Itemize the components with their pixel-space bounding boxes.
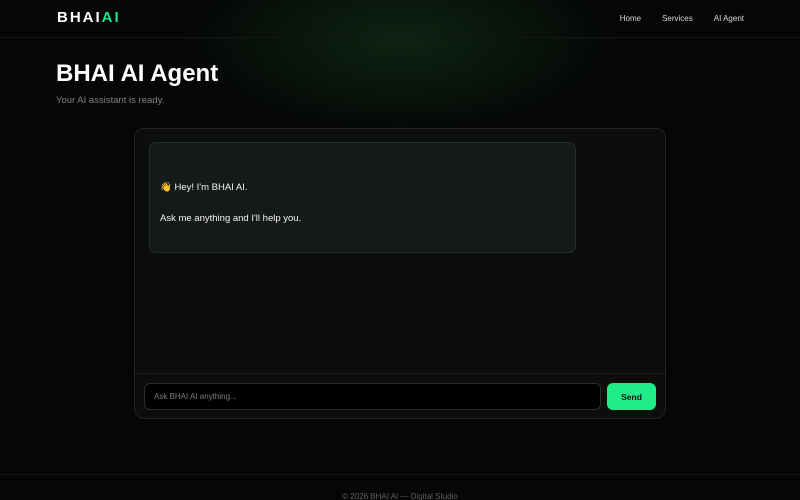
send-button[interactable]: Send	[607, 383, 656, 410]
nav-link-home[interactable]: Home	[620, 14, 641, 24]
assistant-message-bubble: 👋 Hey! I'm BHAI AI. Ask me anything and …	[149, 142, 576, 253]
footer-divider	[0, 474, 800, 475]
chat-panel: 👋 Hey! I'm BHAI AI. Ask me anything and …	[134, 128, 666, 419]
logo[interactable]: BHAIAI	[57, 9, 121, 27]
message-help-line: Ask me anything and I'll help you.	[160, 213, 302, 224]
chat-messages[interactable]: 👋 Hey! I'm BHAI AI. Ask me anything and …	[135, 129, 665, 373]
top-nav-bar: BHAIAI Home Services AI Agent	[0, 0, 800, 38]
message-greeting-line: 👋 Hey! I'm BHAI AI.	[160, 182, 248, 193]
page-subtitle: Your AI assistant is ready.	[56, 95, 165, 106]
nav-link-services[interactable]: Services	[662, 14, 693, 24]
logo-text-accent: AI	[101, 9, 121, 26]
page-title: BHAI AI Agent	[56, 60, 219, 87]
chat-input[interactable]	[144, 383, 601, 410]
logo-text-primary: BHAI	[57, 9, 102, 26]
main-nav: Home Services AI Agent	[620, 14, 744, 24]
nav-link-ai-agent[interactable]: AI Agent	[714, 14, 744, 24]
chat-input-bar: Send	[135, 373, 665, 418]
footer-copyright: © 2026 BHAI AI — Digital Studio	[342, 492, 458, 500]
